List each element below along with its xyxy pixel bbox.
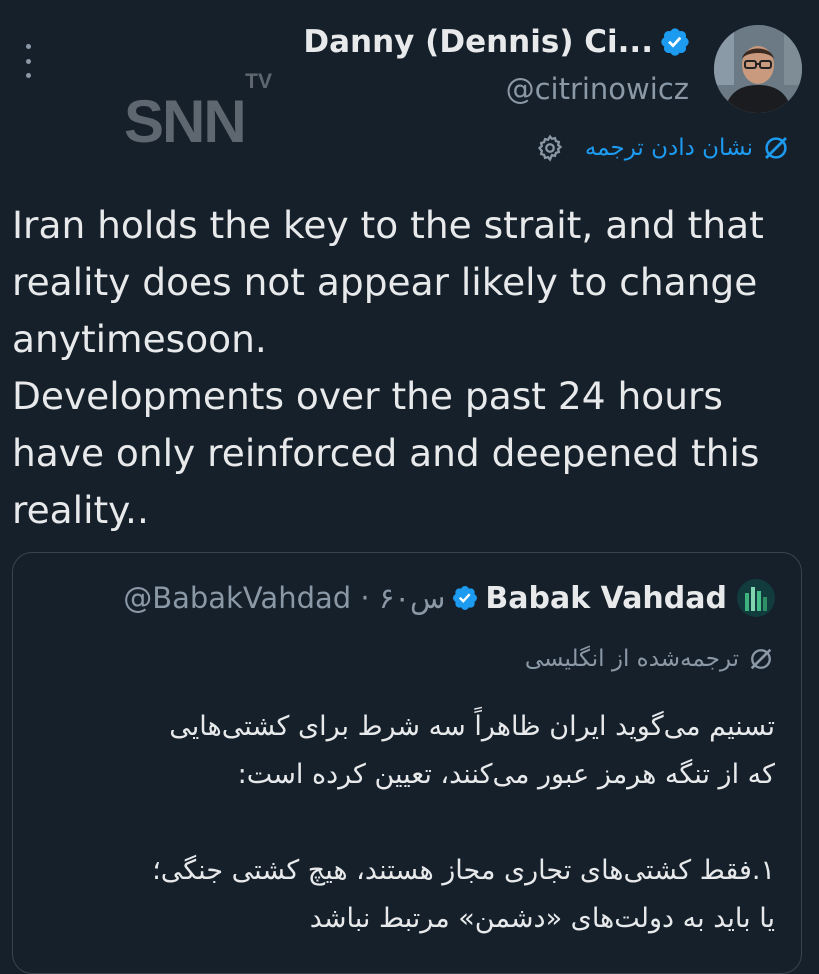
author-display-name[interactable]: Danny (Dennis) Ci... (303, 24, 653, 60)
author-name-row[interactable]: Danny (Dennis) Ci... (303, 24, 691, 60)
quoted-text-line: یا باید به دولت‌های «دشمن» مرتبط نباشد (309, 903, 775, 934)
more-options-button[interactable] (20, 44, 36, 78)
meta-separator: · (360, 581, 370, 615)
translate-row: نشان دادن ترجمه (535, 133, 791, 163)
translated-label: ترجمه‌شده از انگلیسی (524, 646, 739, 672)
quoted-tweet-header: Babak Vahdad @BabakVahdad · ۶۰س (123, 579, 775, 617)
more-dot (25, 58, 31, 64)
globe-slash-icon (765, 137, 787, 159)
tweet-text: Iran holds the key to the strait, and th… (12, 197, 812, 539)
more-dot (25, 44, 31, 49)
author-handle[interactable]: @citrinowicz (506, 72, 689, 106)
quoted-timestamp[interactable]: ۶۰س (379, 581, 446, 615)
translated-from-english: ترجمه‌شده از انگلیسی (525, 645, 775, 673)
more-dot (25, 73, 31, 78)
tweet-text-line: reality does not appear likely to change (12, 260, 758, 304)
gear-icon[interactable] (535, 133, 565, 163)
verified-badge-icon (661, 28, 689, 56)
quoted-text-line: که از تنگه هرمز عبور می‌کنند، تعیین کرده… (237, 759, 775, 790)
show-translation-link[interactable]: نشان دادن ترجمه (585, 133, 791, 163)
tweet-text-line: Developments over the past 24 hours (12, 374, 723, 418)
quoted-avatar-icon (737, 579, 775, 617)
quoted-tweet-text: تسنیم می‌گوید ایران ظاهراً سه شرط برای ک… (35, 703, 775, 943)
snn-tv-watermark: TV SNN (124, 70, 274, 154)
watermark-snn-text: SNN (124, 88, 247, 155)
tweet-text-line: have only reinforced and deepened this (12, 431, 760, 475)
quoted-verified-badge-icon (453, 586, 478, 610)
show-translation-label: نشان دادن ترجمه (584, 135, 753, 161)
avatar-photo-icon (714, 25, 802, 113)
quoted-author-name[interactable]: Babak Vahdad (485, 581, 727, 616)
quoted-text-line: ۱.فقط کشتی‌های تجاری مجاز هستند، هیچ کشت… (152, 855, 775, 886)
tweet-text-line: Iran holds the key to the strait, and th… (12, 203, 764, 247)
quoted-author-avatar[interactable] (737, 579, 775, 617)
author-avatar[interactable] (714, 25, 802, 113)
tweet-text-line: reality.. (12, 488, 149, 532)
quoted-tweet-card[interactable]: Babak Vahdad @BabakVahdad · ۶۰س ترجمه‌شد… (12, 552, 802, 974)
quoted-author-handle[interactable]: @BabakVahdad (123, 581, 351, 615)
globe-slash-icon (750, 648, 772, 670)
quoted-text-gap (35, 799, 775, 847)
quoted-text-line: تسنیم می‌گوید ایران ظاهراً سه شرط برای ک… (169, 711, 775, 742)
watermark-tv-text: TV (245, 70, 272, 93)
tweet-text-line: anytimesoon. (12, 317, 267, 361)
quoted-meta: @BabakVahdad · ۶۰س (123, 581, 445, 615)
